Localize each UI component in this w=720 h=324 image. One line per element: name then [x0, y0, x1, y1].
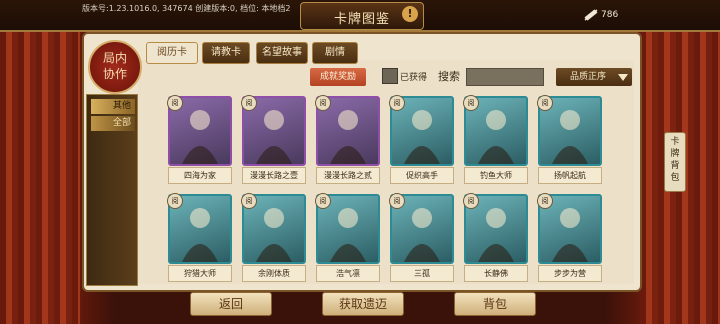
card-item[interactable]: 阅漫漫长路之壹	[241, 95, 306, 184]
scene-background: 版本号:1.23.1016.0, 347674 创建版本:0, 档位: 本地档2…	[0, 0, 720, 324]
card-type-badge: 阅	[463, 95, 479, 111]
card-item[interactable]: 阅促织高手	[389, 95, 454, 184]
card-name: 长静佛	[464, 265, 528, 282]
emblem-line-1: 局内	[102, 51, 127, 65]
card-name: 漫漫长路之贰	[316, 167, 380, 184]
card-backpack-label: 卡牌背包	[670, 137, 680, 183]
card-item[interactable]: 阅余刚体质	[241, 193, 306, 282]
search-input[interactable]	[466, 68, 544, 86]
obtain-relic-button[interactable]: 获取遗迈	[322, 292, 404, 316]
card-type-badge: 阅	[389, 95, 405, 111]
card-item[interactable]: 阅步步为营	[537, 193, 602, 282]
card-item[interactable]: 阅四海为家	[167, 95, 232, 184]
bag-button[interactable]: 背包	[454, 292, 536, 316]
card-type-badge: 阅	[389, 193, 405, 209]
left-curtain	[0, 0, 80, 324]
tab-story[interactable]: 剧情	[312, 42, 358, 64]
info-button[interactable]: !	[402, 6, 418, 22]
version-text: 版本号:1.23.1016.0, 347674 创建版本:0, 档位: 本地档2	[82, 4, 291, 13]
collaboration-emblem[interactable]: 局内 协作	[88, 40, 142, 94]
card-type-badge: 阅	[167, 193, 183, 209]
card-name: 漫漫长路之壹	[242, 167, 306, 184]
card-backpack-tab[interactable]: 卡牌背包	[664, 132, 686, 192]
achievement-reward-button[interactable]: 成就奖励	[310, 68, 366, 86]
card-item[interactable]: 阅扬帆起航	[537, 95, 602, 184]
top-bar: 版本号:1.23.1016.0, 347674 创建版本:0, 档位: 本地档2…	[0, 0, 720, 32]
card-type-badge: 阅	[463, 193, 479, 209]
card-name: 促织高手	[390, 167, 454, 184]
card-name: 四海为家	[168, 167, 232, 184]
card-type-badge: 阅	[167, 95, 183, 111]
card-type-badge: 阅	[241, 193, 257, 209]
tab-consult-card[interactable]: 请教卡	[202, 42, 250, 64]
card-name: 余刚体质	[242, 265, 306, 282]
sidebar-item-all[interactable]: 全部	[91, 116, 135, 131]
card-item[interactable]: 阅浩气凛	[315, 193, 380, 282]
currency-value: 786	[601, 10, 619, 20]
obtained-label: 已获得	[400, 73, 428, 83]
card-type-badge: 阅	[537, 193, 553, 209]
search-label: 搜索	[438, 70, 460, 83]
chevron-down-icon[interactable]	[618, 74, 628, 81]
card-item[interactable]: 阅长静佛	[463, 193, 528, 282]
card-item[interactable]: 阅三孤	[389, 193, 454, 282]
card-name: 步步为营	[538, 265, 602, 282]
card-name: 三孤	[390, 265, 454, 282]
emblem-line-2: 协作	[102, 67, 127, 81]
card-item[interactable]: 阅钓鱼大师	[463, 95, 528, 184]
tab-fame-story[interactable]: 名望故事	[256, 42, 308, 64]
card-type-badge: 阅	[315, 193, 331, 209]
card-name: 狩猎大师	[168, 265, 232, 282]
sidebar-item-other[interactable]: 其他	[91, 99, 135, 114]
tab-experience-card[interactable]: 阅历卡	[146, 42, 198, 64]
card-item[interactable]: 阅漫漫长路之贰	[315, 95, 380, 184]
card-name: 钓鱼大师	[464, 167, 528, 184]
card-name: 浩气凛	[316, 265, 380, 282]
obtained-checkbox[interactable]	[382, 68, 398, 84]
category-sidebar: 其他 全部	[86, 94, 138, 286]
card-type-badge: 阅	[241, 95, 257, 111]
card-type-badge: 阅	[537, 95, 553, 111]
card-name: 扬帆起航	[538, 167, 602, 184]
currency-icon	[584, 9, 598, 21]
back-button[interactable]: 返回	[190, 292, 272, 316]
card-type-badge: 阅	[315, 95, 331, 111]
card-item[interactable]: 阅狩猎大师	[167, 193, 232, 282]
